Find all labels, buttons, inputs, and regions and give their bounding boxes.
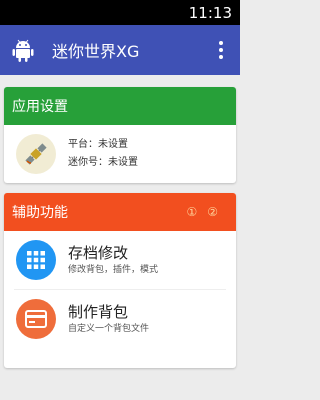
save-edit-title: 存档修改 [68,244,129,262]
more-vert-icon[interactable] [212,35,230,65]
android-icon [10,37,36,63]
app-settings-card: 应用设置 平台：未设置 迷你号：未设置 [4,87,236,183]
save-edit-subtitle: 修改背包，插件，模式 [68,265,159,275]
make-backpack-text: 制作背包 自定义一个背包文件 [68,302,149,336]
app-settings-row[interactable]: 平台：未设置 迷你号：未设置 [4,125,236,183]
satellite-icon [16,134,56,174]
assist-title: 辅助功能 [12,205,68,221]
card-bottom-spacer [4,348,236,368]
make-backpack-row[interactable]: 制作背包 自定义一个背包文件 [4,290,236,348]
main-content: 应用设置 平台：未设置 迷你号：未设置 辅助功能 ① ② 存档修改 修改背包，插… [0,75,240,368]
make-backpack-title: 制作背包 [68,303,129,321]
step-badges: ① ② [186,205,218,219]
save-edit-text: 存档修改 修改背包，插件，模式 [68,243,158,277]
assist-card: 辅助功能 ① ② 存档修改 修改背包，插件，模式 制作背包 自定义一个背包文件 [4,193,236,368]
app-settings-header: 应用设置 [4,87,236,125]
card-icon [16,299,56,339]
status-time: 11:13 [188,3,232,22]
platform-label: 平台：未设置 [68,139,128,150]
make-backpack-subtitle: 自定义一个背包文件 [68,324,150,334]
app-title: 迷你世界XG [52,42,140,61]
settings-text: 平台：未设置 迷你号：未设置 [68,136,138,172]
app-bar: 迷你世界XG [0,25,240,75]
step-badge-1: ① [186,205,198,219]
status-bar: 11:13 [0,0,240,25]
assist-header: 辅助功能 ① ② [4,193,236,231]
grid-icon [16,240,56,280]
app-settings-title: 应用设置 [12,99,68,115]
account-label: 迷你号：未设置 [68,157,138,168]
step-badge-2: ② [207,205,218,219]
save-edit-row[interactable]: 存档修改 修改背包，插件，模式 [4,231,236,289]
